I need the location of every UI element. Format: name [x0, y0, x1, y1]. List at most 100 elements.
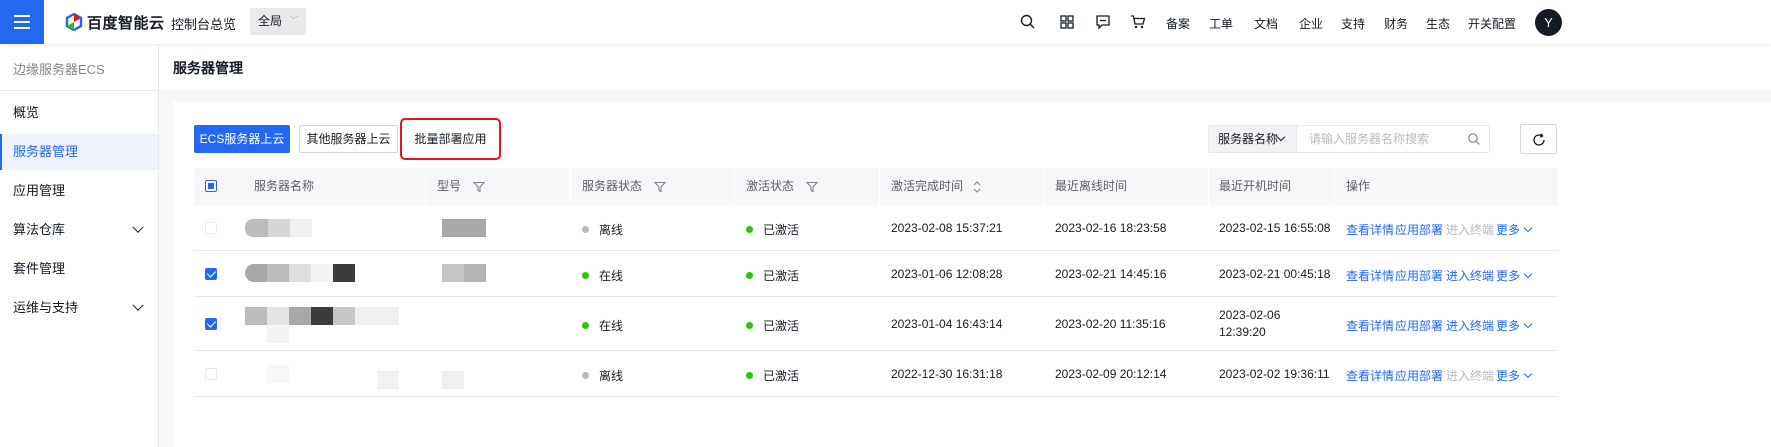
view-details-link[interactable]: 查看详情	[1346, 367, 1394, 384]
terminal-link[interactable]: 进入终端	[1446, 267, 1494, 284]
row-checkbox[interactable]	[205, 368, 217, 380]
activation-status: 已激活	[746, 267, 799, 284]
nav-link-ticket[interactable]: 工单	[1209, 15, 1233, 32]
activation-status: 已激活	[746, 221, 799, 238]
nav-link-switch-config[interactable]: 开关配置	[1468, 15, 1516, 32]
redacted-server-name	[311, 264, 333, 282]
sidebar-item-suite-management[interactable]: 套件管理	[0, 251, 158, 287]
last-offline: 2023-02-21 14:45:16	[1055, 267, 1167, 281]
refresh-icon	[1533, 133, 1545, 146]
table-row: 在线 已激活 2023-01-06 12:08:28 2023-02-21 14…	[194, 251, 1558, 297]
nav-link-docs[interactable]: 文档	[1254, 15, 1278, 32]
refresh-button[interactable]	[1520, 124, 1557, 154]
status-text: 离线	[599, 223, 624, 237]
sidebar-item-ops-support[interactable]: 运维与支持	[0, 290, 158, 326]
more-dropdown[interactable]: 更多	[1496, 267, 1533, 284]
avatar[interactable]: Y	[1535, 9, 1562, 36]
redacted-server-name	[289, 264, 311, 282]
column-header-label: 激活状态	[746, 179, 795, 193]
server-status: 离线	[582, 221, 623, 238]
column-divider	[1334, 168, 1335, 205]
redacted-server-name	[267, 264, 289, 282]
server-status: 离线	[582, 367, 623, 384]
sort-icon[interactable]	[972, 181, 982, 193]
sidebar-item-server-management[interactable]: 服务器管理	[0, 134, 158, 170]
status-dot	[746, 226, 753, 234]
brand-logo[interactable]: 百度智能云	[65, 12, 165, 32]
top-navigation-bar: 百度智能云 控制台总览 全局 ﹀ 备案 工单 文档 企业 支持 财务 生态 开关…	[0, 0, 1771, 44]
console-overview-link[interactable]: 控制台总览	[171, 14, 236, 33]
app-deploy-link[interactable]: 应用部署	[1395, 221, 1443, 238]
nav-link-ecosystem[interactable]: 生态	[1426, 15, 1450, 32]
more-dropdown[interactable]: 更多	[1496, 367, 1533, 384]
chevron-down-icon	[132, 299, 144, 311]
nav-link-support[interactable]: 支持	[1341, 15, 1365, 32]
column-header-server-status: 服务器状态	[582, 168, 667, 205]
last-boot-time: 12:39:20	[1219, 325, 1266, 339]
sidebar-item-label: 套件管理	[13, 261, 66, 276]
page-title: 服务器管理	[173, 60, 243, 76]
column-divider	[1208, 168, 1209, 205]
select-all-checkbox[interactable]	[205, 180, 217, 192]
more-label: 更多	[1496, 223, 1521, 237]
server-list-card: ECS服务器上云 其他服务器上云 批量部署应用 服务器名称 请输入服务器名称搜索…	[173, 102, 1771, 447]
table-row: 在线 已激活 2023-01-04 16:43:14 2023-02-20 11…	[194, 297, 1558, 351]
last-boot: 2023-02-15 16:55:08	[1219, 221, 1331, 235]
filter-icon[interactable]	[473, 181, 486, 193]
filter-icon[interactable]	[806, 181, 819, 193]
app-deploy-link[interactable]: 应用部署	[1395, 317, 1443, 334]
chevron-down-icon	[132, 221, 144, 233]
sidebar-item-overview[interactable]: 概览	[0, 95, 158, 131]
view-details-link[interactable]: 查看详情	[1346, 267, 1394, 284]
more-dropdown[interactable]: 更多	[1496, 317, 1533, 334]
sidebar-item-label: 服务器管理	[13, 144, 79, 159]
main-content: 服务器管理 ECS服务器上云 其他服务器上云 批量部署应用 服务器名称 请输入服…	[159, 44, 1771, 447]
row-checkbox[interactable]	[205, 318, 217, 330]
menu-icon[interactable]	[0, 0, 44, 44]
search-field-select[interactable]: 服务器名称	[1209, 126, 1297, 152]
redacted-model	[464, 264, 486, 282]
apps-grid-icon[interactable]	[1058, 13, 1076, 31]
activation-text: 已激活	[763, 319, 800, 333]
sidebar-item-algorithm-repo[interactable]: 算法仓库	[0, 212, 158, 248]
activated-at: 2022-12-30 16:31:18	[891, 367, 1003, 381]
chevron-down-icon	[1523, 319, 1533, 329]
sidebar-item-app-management[interactable]: 应用管理	[0, 173, 158, 209]
chevron-down-icon	[1523, 269, 1533, 279]
sidebar-item-label: 运维与支持	[13, 300, 79, 315]
nav-link-filing[interactable]: 备案	[1166, 15, 1190, 32]
status-text: 在线	[599, 319, 624, 333]
terminal-link[interactable]: 进入终端	[1446, 317, 1494, 334]
terminal-link: 进入终端	[1446, 369, 1495, 383]
view-details-link[interactable]: 查看详情	[1346, 317, 1394, 334]
app-deploy-link[interactable]: 应用部署	[1395, 367, 1443, 384]
redacted-server-name	[333, 307, 355, 325]
server-status: 在线	[582, 267, 623, 284]
region-selector[interactable]: 全局 ﹀	[250, 8, 306, 35]
page-header: 服务器管理	[159, 44, 1771, 90]
nav-link-finance[interactable]: 财务	[1384, 15, 1408, 32]
app-deploy-link[interactable]: 应用部署	[1395, 267, 1443, 284]
row-checkbox[interactable]	[205, 268, 217, 280]
ecs-migrate-button[interactable]: ECS服务器上云	[194, 125, 290, 153]
row-checkbox[interactable]	[205, 222, 217, 234]
chevron-down-icon	[1276, 132, 1286, 142]
view-details-link[interactable]: 查看详情	[1346, 221, 1394, 238]
redacted-server-name	[289, 307, 311, 325]
cart-icon[interactable]	[1129, 13, 1147, 31]
nav-link-enterprise[interactable]: 企业	[1299, 15, 1323, 32]
message-icon[interactable]	[1094, 13, 1112, 31]
search-icon[interactable]	[1019, 13, 1037, 31]
search-icon[interactable]	[1467, 132, 1481, 146]
more-dropdown[interactable]: 更多	[1496, 221, 1533, 238]
filter-icon[interactable]	[654, 181, 667, 193]
brand-name: 百度智能云	[87, 14, 165, 32]
column-divider	[425, 168, 426, 205]
redacted-server-name	[377, 371, 399, 389]
terminal-link: 进入终端	[1446, 223, 1495, 237]
redacted-server-name	[290, 219, 312, 237]
other-server-migrate-button[interactable]: 其他服务器上云	[299, 125, 398, 153]
search-input[interactable]	[1309, 126, 1469, 152]
status-dot	[582, 372, 589, 380]
sidebar-item-label: 应用管理	[13, 183, 66, 198]
